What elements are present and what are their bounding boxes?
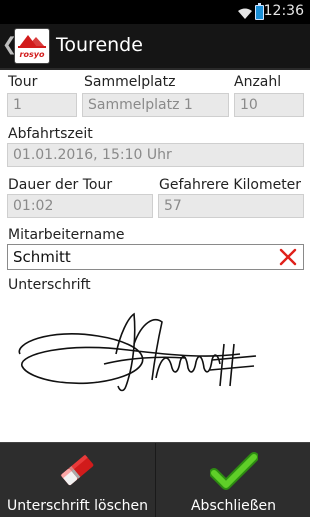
check-icon: [210, 452, 258, 490]
logo-wordmark: rosyo: [20, 50, 45, 59]
mitarbeitername-label: Mitarbeitername: [8, 227, 125, 243]
abfahrtszeit-label: Abfahrtszeit: [8, 126, 93, 142]
dauer-field: 01:02: [7, 194, 153, 218]
tour-label: Tour: [8, 74, 38, 90]
clear-signature-button[interactable]: Unterschrift löschen: [0, 443, 155, 517]
status-bar: 12:36: [0, 0, 310, 24]
unterschrift-label: Unterschrift: [8, 277, 91, 293]
signature-drawing: [18, 312, 257, 392]
finish-label: Abschließen: [190, 498, 277, 514]
signature-pad[interactable]: [8, 294, 304, 416]
clear-signature-label: Unterschrift löschen: [7, 498, 148, 514]
app-logo[interactable]: rosyo: [14, 28, 50, 64]
kilometer-label: Gefahrere Kilometer: [159, 177, 302, 193]
anzahl-field: 10: [234, 93, 304, 117]
sammelplatz-field: Sammelplatz 1: [82, 93, 229, 117]
page-title: Tourende: [56, 34, 143, 56]
abfahrtszeit-field: 01.01.2016, 15:10 Uhr: [7, 143, 304, 167]
mitarbeitername-value: Schmitt: [13, 248, 71, 266]
tour-field: 1: [7, 93, 77, 117]
wifi-icon: [237, 5, 253, 24]
finish-button[interactable]: Abschließen: [156, 443, 311, 517]
action-bar: ❮ rosyo Tourende: [0, 24, 310, 70]
close-icon[interactable]: [277, 246, 299, 268]
kilometer-field: 57: [158, 194, 304, 218]
mitarbeitername-input[interactable]: Schmitt: [7, 244, 304, 270]
bottom-action-bar: Unterschrift löschen Abschließen: [0, 442, 310, 517]
eraser-icon: [60, 454, 94, 486]
sammelplatz-label: Sammelplatz: [84, 74, 176, 90]
dauer-label: Dauer der Tour: [8, 177, 113, 193]
anzahl-label: Anzahl: [234, 74, 282, 90]
status-time: 12:36: [263, 3, 304, 19]
battery-icon: [255, 3, 264, 20]
